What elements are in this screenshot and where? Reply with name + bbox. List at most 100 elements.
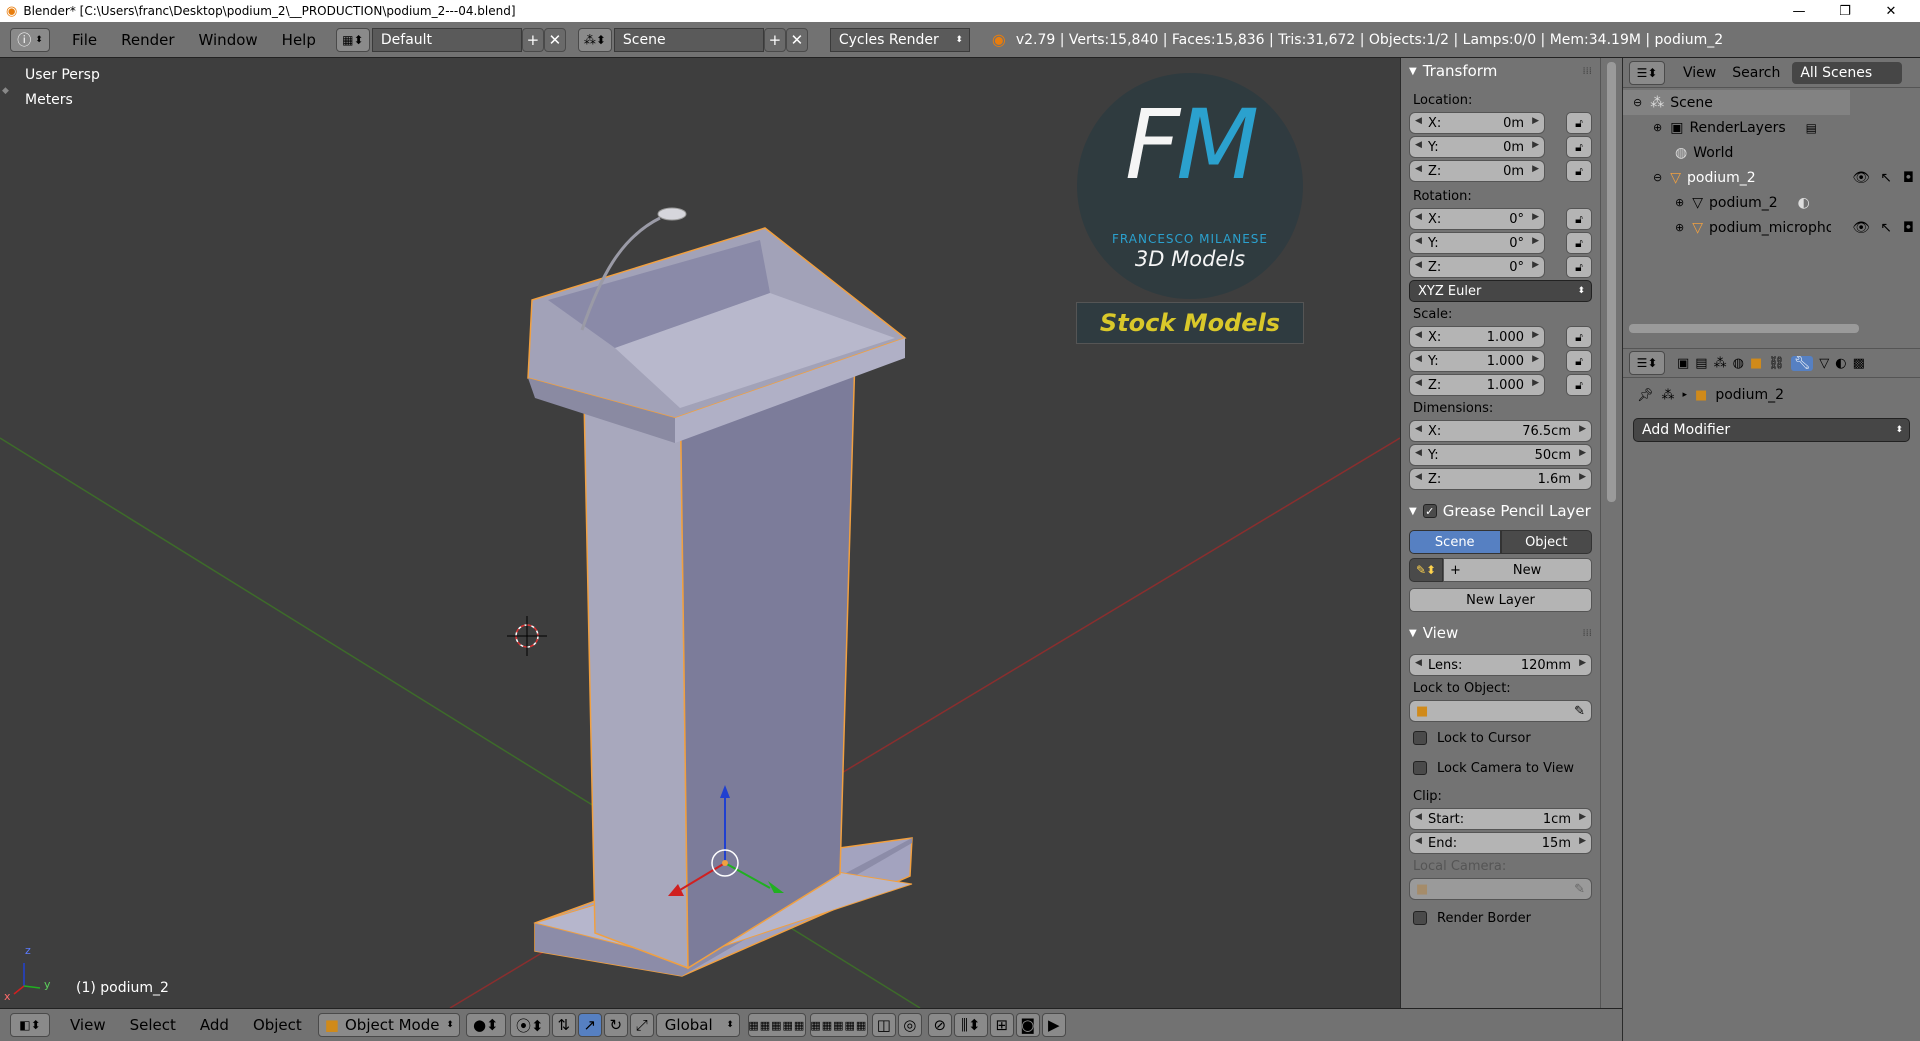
- screen-layout-icon[interactable]: ▦⬍: [335, 27, 370, 52]
- expand-icon[interactable]: ⊕: [1675, 196, 1684, 209]
- drag-handle-icon[interactable]: ⁞⁞⁞: [1582, 66, 1592, 77]
- lock-icon[interactable]: 🔓︎: [1566, 256, 1592, 278]
- lock-camera-to-view-checkbox[interactable]: Lock Camera to View: [1401, 756, 1600, 780]
- data-tab-icon[interactable]: ▽: [1819, 356, 1829, 371]
- menu-window[interactable]: Window: [187, 31, 270, 49]
- minimize-button[interactable]: —: [1776, 0, 1822, 22]
- eye-icon[interactable]: 👁︎: [1852, 220, 1870, 236]
- cursor-select-icon[interactable]: ↖: [1880, 220, 1892, 236]
- collapse-icon[interactable]: ⊖: [1653, 171, 1662, 184]
- proportional-edit-icon[interactable]: ◎: [897, 1013, 922, 1037]
- cursor-select-icon[interactable]: ↖: [1880, 170, 1892, 186]
- editor-type-button[interactable]: ◧⬍: [10, 1013, 50, 1037]
- render-camera-icon[interactable]: ◘: [1903, 220, 1914, 236]
- scrollbar-thumb[interactable]: [1607, 62, 1616, 502]
- layers-grid-1[interactable]: ▦▦▦▦▦: [747, 1013, 806, 1037]
- lock-to-cursor-checkbox[interactable]: Lock to Cursor: [1401, 726, 1600, 750]
- new-grease-pencil-button[interactable]: + New: [1443, 558, 1592, 582]
- menu-add[interactable]: Add: [188, 1016, 241, 1034]
- menu-select[interactable]: Select: [118, 1016, 188, 1034]
- manipulator-toggle[interactable]: ⇅: [551, 1013, 576, 1037]
- new-layer-button[interactable]: New Layer: [1409, 588, 1592, 612]
- menu-view[interactable]: View: [58, 1016, 118, 1034]
- layers-grid-2[interactable]: ▦▦▦▦▦: [809, 1013, 868, 1037]
- tab-object[interactable]: Object: [1500, 530, 1592, 554]
- dimension-y-field[interactable]: ◀ Y: 50cm ▶: [1409, 444, 1592, 466]
- pencil-icon[interactable]: ✎⬍: [1409, 558, 1443, 582]
- material-tab-icon[interactable]: ◐: [1835, 356, 1846, 371]
- scale-z-field[interactable]: ◀ Z: 1.000 ▶: [1409, 374, 1545, 396]
- translate-manipulator-button[interactable]: ↗: [577, 1013, 602, 1037]
- outliner-row-world[interactable]: ◍ World: [1623, 140, 1920, 165]
- scale-x-field[interactable]: ◀ X: 1.000 ▶: [1409, 326, 1545, 348]
- location-x-field[interactable]: ◀ X: 0m ▶: [1409, 112, 1545, 134]
- menu-render[interactable]: Render: [109, 31, 186, 49]
- grease-pencil-panel-header[interactable]: ▼ ✓ Grease Pencil Layer: [1401, 498, 1600, 524]
- texture-tab-icon[interactable]: ▩: [1853, 356, 1865, 371]
- add-layout-button[interactable]: +: [521, 27, 544, 52]
- grease-pencil-enable-checkbox[interactable]: ✓: [1422, 504, 1437, 518]
- screen-layout-field[interactable]: Default: [371, 27, 522, 52]
- outliner-search-menu[interactable]: Search: [1724, 62, 1788, 84]
- render-border-checkbox[interactable]: Render Border: [1401, 906, 1600, 930]
- expand-icon[interactable]: ⊕: [1675, 221, 1684, 234]
- editor-type-button[interactable]: ☰⬍: [1629, 60, 1665, 85]
- lock-icon[interactable]: 🔓︎: [1566, 374, 1592, 396]
- rotation-mode-select[interactable]: XYZ Euler ⬍: [1409, 280, 1592, 302]
- snap-element-icon[interactable]: ⫼⬍: [953, 1013, 988, 1037]
- outliner-view-menu[interactable]: View: [1675, 62, 1724, 84]
- modifiers-tab-icon[interactable]: 🔧︎: [1790, 355, 1814, 371]
- 3d-viewport[interactable]: z y x User Persp Meters (1) podium_2 ◆ F…: [0, 58, 1400, 1008]
- lock-icon[interactable]: 🔓︎: [1566, 208, 1592, 230]
- viewport-expand-icon[interactable]: ◆: [2, 86, 9, 96]
- pivot-point-button[interactable]: ⦿⬍: [509, 1013, 550, 1037]
- outliner-row-renderlayers[interactable]: ⊕ ▣ RenderLayers ▤: [1623, 115, 1920, 140]
- drag-handle-icon[interactable]: ⁞⁞⁞: [1582, 628, 1592, 639]
- render-layers-tab-icon[interactable]: ▤: [1695, 356, 1707, 371]
- lock-icon[interactable]: 🔓︎: [1566, 232, 1592, 254]
- lock-icon[interactable]: 🔓︎: [1566, 112, 1592, 134]
- remove-scene-button[interactable]: ✕: [785, 27, 808, 52]
- outliner-display-filter[interactable]: All Scenes: [1792, 61, 1903, 84]
- world-tab-icon[interactable]: ◍: [1733, 356, 1744, 371]
- eye-icon[interactable]: 👁︎: [1852, 170, 1870, 186]
- location-y-field[interactable]: ◀ Y: 0m ▶: [1409, 136, 1545, 158]
- add-scene-button[interactable]: +: [763, 27, 786, 52]
- render-tab-icon[interactable]: ▣: [1677, 356, 1689, 371]
- opengl-render-animation-icon[interactable]: ▶: [1041, 1013, 1066, 1037]
- maximize-button[interactable]: ❐: [1822, 0, 1868, 22]
- lock-icon[interactable]: 🔓︎: [1566, 136, 1592, 158]
- editor-type-button[interactable]: ☰⬍: [1629, 351, 1665, 375]
- dimension-x-field[interactable]: ◀ X: 76.5cm ▶: [1409, 420, 1592, 442]
- outliner-hscrollbar[interactable]: [1629, 324, 1859, 333]
- location-z-field[interactable]: ◀ Z: 0m ▶: [1409, 160, 1545, 182]
- snap-target-icon[interactable]: ⊞: [989, 1013, 1014, 1037]
- scale-y-field[interactable]: ◀ Y: 1.000 ▶: [1409, 350, 1545, 372]
- snap-toggle-icon[interactable]: ⊘: [927, 1013, 952, 1037]
- scene-tab-icon[interactable]: ⁂: [1714, 356, 1727, 371]
- editor-type-button[interactable]: ⓘ ⬍: [10, 27, 50, 52]
- lock-icon[interactable]: 🔓︎: [1566, 350, 1592, 372]
- local-camera-field[interactable]: ■ ✎: [1409, 878, 1592, 900]
- clip-start-field[interactable]: ◀ Start: 1cm ▶: [1409, 808, 1592, 830]
- menu-object[interactable]: Object: [241, 1016, 314, 1034]
- scene-selector-icon[interactable]: ⁂⬍: [577, 27, 612, 52]
- menu-file[interactable]: File: [60, 31, 109, 49]
- dimension-z-field[interactable]: ◀ Z: 1.6m ▶: [1409, 468, 1592, 490]
- expand-icon[interactable]: ⊕: [1653, 121, 1662, 134]
- properties-scrollbar[interactable]: [1600, 58, 1622, 1008]
- lens-field[interactable]: ◀ Lens: 120mm ▶: [1409, 654, 1592, 676]
- render-camera-icon[interactable]: ◘: [1903, 170, 1914, 186]
- eyedropper-icon[interactable]: ✎: [1574, 882, 1585, 897]
- clip-end-field[interactable]: ◀ End: 15m ▶: [1409, 832, 1592, 854]
- pin-icon[interactable]: 📌︎: [1637, 388, 1654, 403]
- close-window-button[interactable]: ✕: [1868, 0, 1914, 22]
- view-panel-header[interactable]: ▼ View ⁞⁞⁞: [1401, 620, 1600, 646]
- collapse-icon[interactable]: ⊖: [1633, 96, 1642, 109]
- opengl-render-image-icon[interactable]: ◙: [1015, 1013, 1040, 1037]
- rotation-z-field[interactable]: ◀ Z: 0° ▶: [1409, 256, 1545, 278]
- lock-layers-icon[interactable]: ◫: [871, 1013, 896, 1037]
- rotation-y-field[interactable]: ◀ Y: 0° ▶: [1409, 232, 1545, 254]
- rotation-x-field[interactable]: ◀ X: 0° ▶: [1409, 208, 1545, 230]
- menu-help[interactable]: Help: [270, 31, 328, 49]
